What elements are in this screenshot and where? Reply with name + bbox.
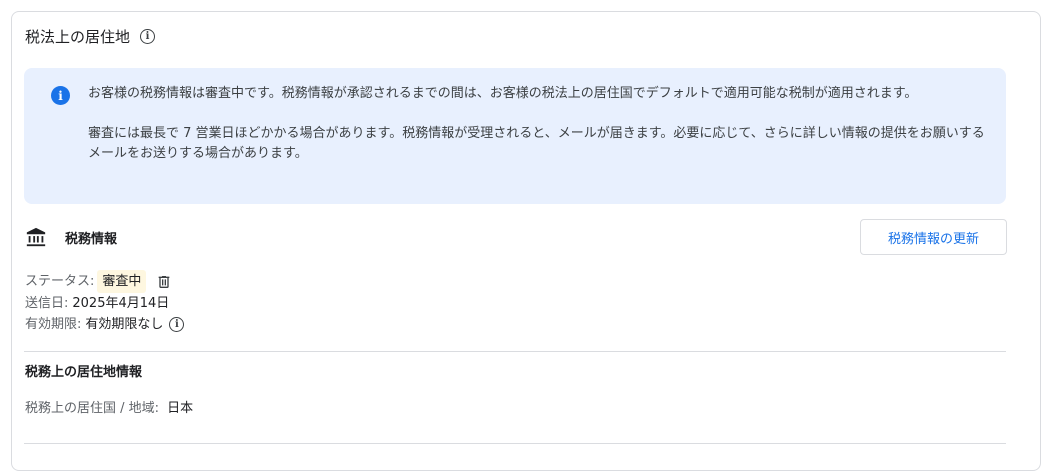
tax-info-label: 税務情報 — [65, 231, 118, 247]
residency-country-value: 日本 — [167, 401, 194, 416]
sent-date-row: 送信日: 2025年4月14日 — [25, 293, 184, 314]
sent-date-value: 2025年4月14日 — [72, 296, 170, 311]
notice-paragraph-2: 審査には最長で 7 営業日ほどかかる場合があります。税務情報が受理されると、メー… — [88, 126, 985, 161]
residency-country-label: 税務上の居住国 / 地域: — [25, 401, 160, 416]
divider — [24, 351, 1006, 352]
info-icon[interactable]: i — [140, 29, 156, 44]
notice-text: お客様の税務情報は審査中です。税務情報が承認されるまでの間は、お客様の税法上の居… — [88, 84, 988, 184]
status-label: ステータス: — [25, 274, 95, 289]
expiry-info-icon[interactable]: i — [169, 317, 185, 332]
residency-heading: 税務上の居住地情報 — [25, 365, 143, 380]
expiry-row: 有効期限: 有効期限なし i — [25, 314, 185, 335]
info-filled-icon: i — [51, 86, 70, 105]
status-row: ステータス: 審査中 — [25, 270, 184, 293]
expiry-value: 有効期限なし — [85, 317, 164, 332]
divider-bottom — [24, 443, 1006, 444]
section-title: 税法上の居住地 — [25, 28, 131, 46]
bank-icon — [26, 227, 46, 247]
review-notice-banner: i お客様の税務情報は審査中です。税務情報が承認されるまでの間は、お客様の税法上… — [24, 68, 1006, 204]
tax-info-details: ステータス: 審査中 送信日: 2025年4月14日 有効期限: 有効期限なし … — [25, 270, 185, 335]
status-badge: 審査中 — [97, 270, 147, 293]
notice-paragraph-1: お客様の税務情報は審査中です。税務情報が承認されるまでの間は、お客様の税法上の居… — [88, 86, 918, 101]
trash-icon[interactable] — [156, 274, 172, 290]
update-tax-info-button[interactable]: 税務情報の更新 — [860, 219, 1007, 255]
tax-info-header: 税務情報 — [25, 226, 117, 248]
expiry-label: 有効期限: — [25, 317, 82, 332]
residency-country-row: 税務上の居住国 / 地域: 日本 — [25, 397, 193, 416]
section-header: 税法上の居住地 i — [25, 26, 156, 47]
sent-date-label: 送信日: — [25, 296, 69, 311]
